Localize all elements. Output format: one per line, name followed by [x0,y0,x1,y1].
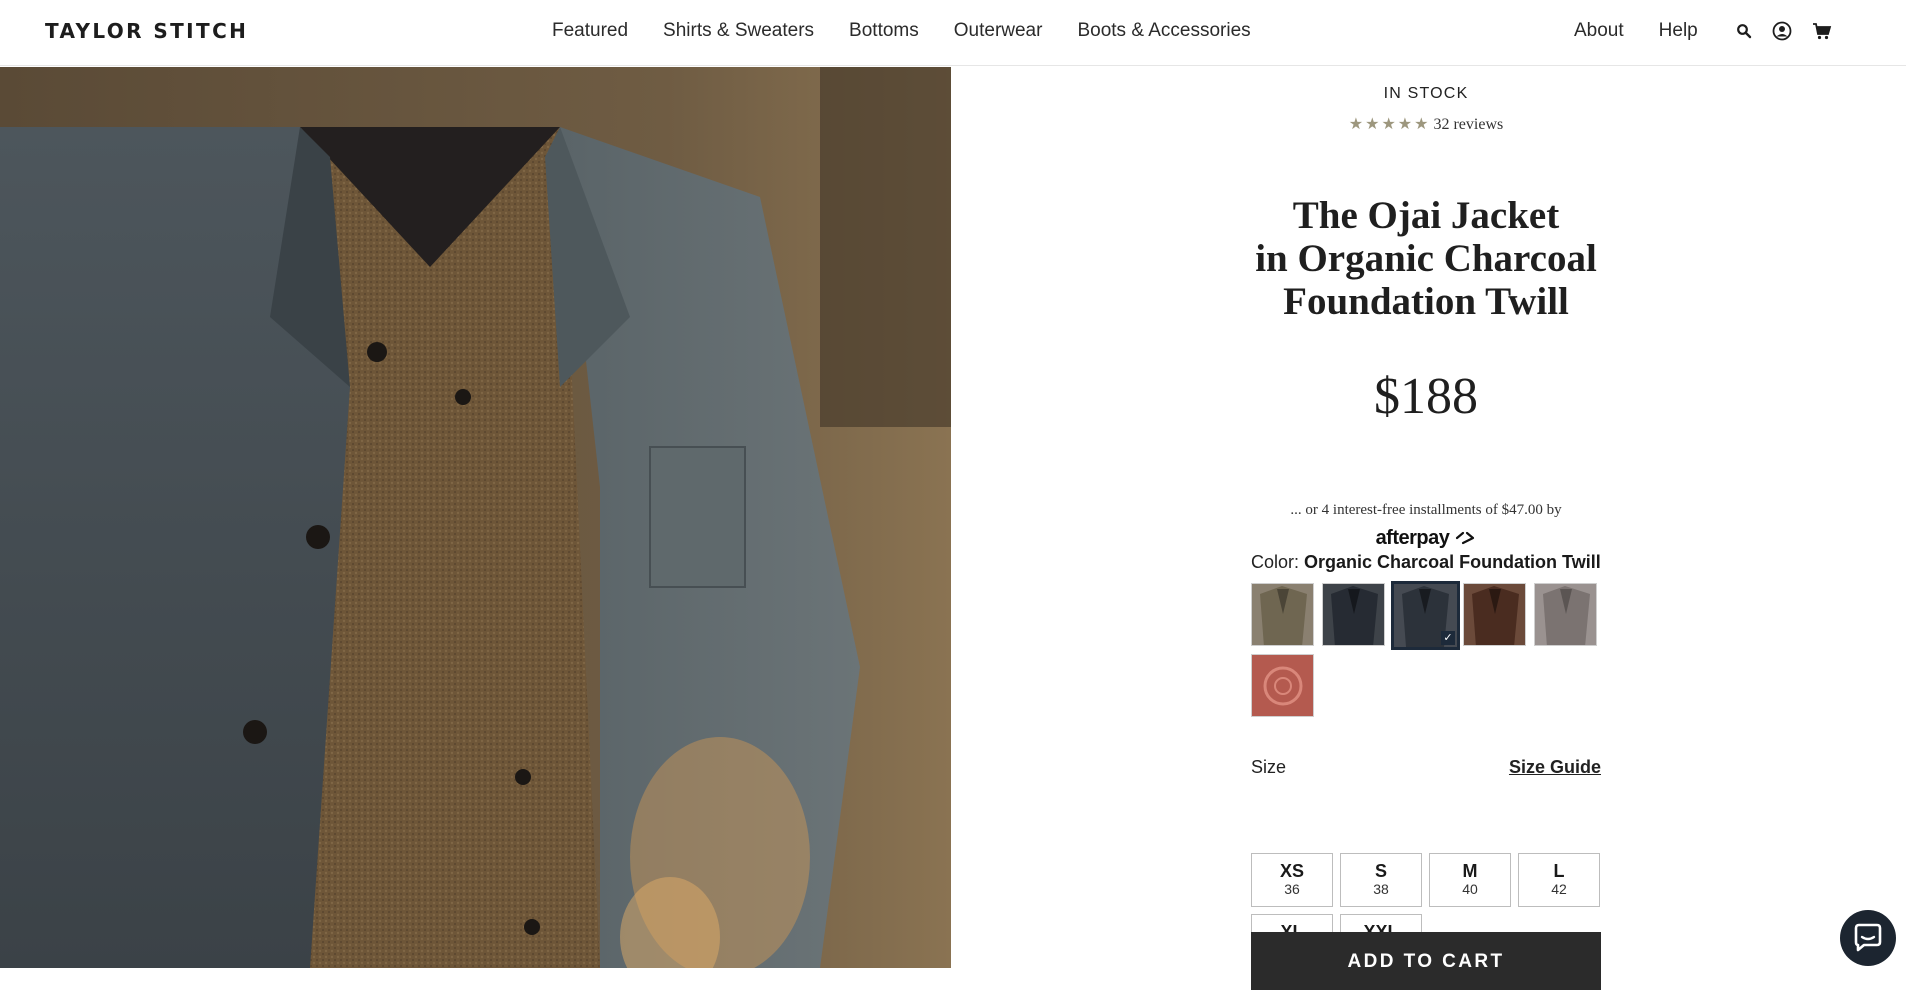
size-option-m[interactable]: M 40 [1429,853,1511,907]
nav-item-bottoms[interactable]: Bottoms [849,20,919,42]
nav-item-about[interactable]: About [1574,20,1624,42]
size-number: 38 [1373,881,1389,897]
color-value: Organic Charcoal Foundation Twill [1304,552,1601,572]
product-title-line: in Organic Charcoal [1255,237,1597,280]
size-number: 36 [1284,881,1300,897]
star-icon: ★ [1365,116,1380,133]
star-icon: ★ [1397,116,1413,133]
brand-logo[interactable]: TAYLOR STITCH [45,19,248,43]
afterpay-logo[interactable]: afterpay [1251,527,1601,550]
nav-item-featured[interactable]: Featured [552,20,628,42]
swatch-grey[interactable] [1534,583,1597,646]
add-to-cart-button[interactable]: ADD TO CART [1251,932,1601,990]
product-title-line: The Ojai Jacket [1292,194,1560,237]
header-icons [1736,21,1832,41]
afterpay-label: afterpay [1375,527,1450,549]
size-guide-link[interactable]: Size Guide [1509,757,1601,778]
size-name: S [1374,861,1387,881]
size-label: Size [1251,757,1287,777]
chat-bubble-icon [1854,923,1882,952]
installments-text: ... or 4 interest-free installments of $… [1290,502,1562,518]
size-name: XS [1279,861,1304,881]
swatch-olive[interactable] [1251,583,1314,646]
nav-item-shirts-sweaters[interactable]: Shirts & Sweaters [663,20,814,42]
product-image[interactable] [0,67,951,968]
size-name: L [1553,861,1565,881]
product-title: The Ojai Jacket in Organic Charcoal Foun… [1251,194,1601,323]
rating[interactable]: ★ ★ ★ ★ ★ 32 reviews [1251,116,1601,134]
chat-launcher-button[interactable] [1840,910,1896,966]
stock-status: IN STOCK [1383,85,1469,102]
size-number: 42 [1551,881,1567,897]
size-number: 40 [1462,881,1478,897]
swatch-brown[interactable] [1463,583,1526,646]
star-icon: ★ [1414,116,1429,133]
check-icon: ✓ [1441,631,1455,645]
star-icon: ★ [1381,116,1396,133]
swatch-rust-print[interactable] [1251,654,1314,717]
site-header: TAYLOR STITCH Featured Shirts & Sweaters… [0,0,1906,66]
reviews-count[interactable]: 32 reviews [1433,116,1503,134]
product-price: $188 [1374,368,1478,425]
swatch-charcoal-selected[interactable]: ✓ [1391,581,1460,650]
color-selector-label: Color: Organic Charcoal Foundation Twill [1251,552,1601,573]
star-icon: ★ [1348,116,1364,133]
afterpay-arrows-icon [1456,531,1475,545]
size-name: M [1462,861,1478,881]
swatch-dark-navy[interactable] [1322,583,1385,646]
size-option-l[interactable]: L 42 [1518,853,1600,907]
account-icon[interactable] [1772,21,1792,41]
nav-item-boots-accessories[interactable]: Boots & Accessories [1077,20,1250,42]
search-icon[interactable] [1736,23,1752,39]
product-title-line: Foundation Twill [1283,280,1569,323]
nav-item-help[interactable]: Help [1659,20,1698,42]
secondary-nav: About Help [1574,20,1733,42]
main-nav: Featured Shirts & Sweaters Bottoms Outer… [552,20,1286,42]
size-option-s[interactable]: S 38 [1340,853,1422,907]
nav-item-outerwear[interactable]: Outerwear [954,20,1043,42]
color-label: Color: [1251,552,1300,572]
size-option-xs[interactable]: XS 36 [1251,853,1333,907]
cart-icon[interactable] [1812,22,1832,40]
